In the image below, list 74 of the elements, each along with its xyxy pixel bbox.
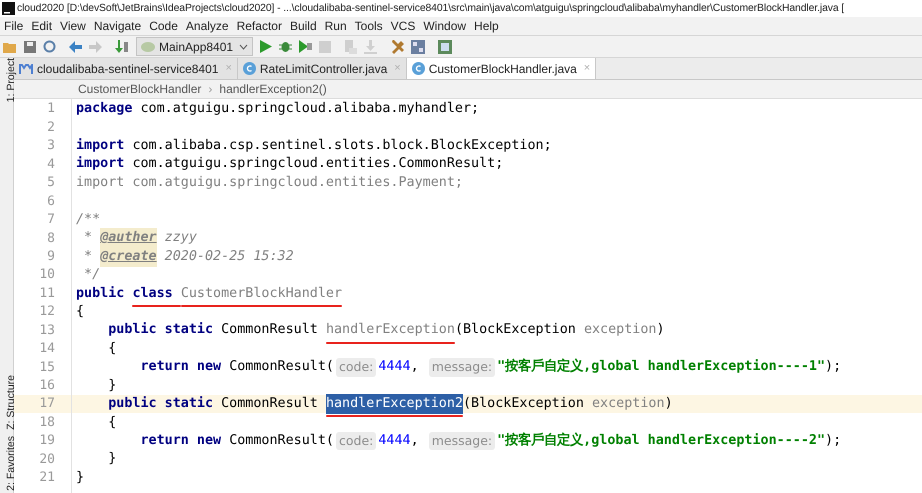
folder-icon[interactable] bbox=[3, 40, 17, 52]
menu-item[interactable]: Code bbox=[145, 17, 182, 35]
back-arrow-icon[interactable] bbox=[69, 40, 82, 52]
line-number: 11 bbox=[38, 284, 56, 303]
run-icon[interactable] bbox=[260, 40, 272, 53]
code-line: } bbox=[107, 450, 116, 468]
structure-icon[interactable] bbox=[411, 40, 426, 54]
code-line: public static CommonResult handlerException2(BlockException exception) bbox=[76, 394, 673, 414]
code-line: import com.atguigu.springcloud.entities.Payment; bbox=[76, 174, 463, 192]
line-number: 1 bbox=[46, 100, 56, 118]
code-line: public static CommonResult handlerException(BlockException exception) bbox=[76, 320, 665, 341]
code-line: { bbox=[107, 340, 116, 358]
menu-item[interactable]: Navigate bbox=[90, 17, 146, 35]
side-tool-tab[interactable]: Z: Structure bbox=[0, 375, 13, 430]
menu-item[interactable]: Window bbox=[419, 17, 470, 35]
editor-tab[interactable]: RateLimitController.java × bbox=[238, 58, 407, 79]
line-number: 5 bbox=[46, 174, 56, 192]
module-icon bbox=[19, 64, 33, 74]
save-icon[interactable] bbox=[24, 40, 36, 52]
line-number: 20 bbox=[38, 450, 56, 469]
code-line: package com.atguigu.springcloud.alibaba.myhandler; bbox=[76, 100, 480, 118]
menu-item[interactable]: Refactor bbox=[232, 17, 286, 35]
line-number: 8 bbox=[46, 230, 56, 248]
code-line: } bbox=[107, 376, 116, 395]
line-number: 13 bbox=[38, 322, 56, 340]
class-icon bbox=[412, 62, 425, 75]
line-number: 10 bbox=[38, 266, 56, 284]
menu-item[interactable]: View bbox=[56, 17, 90, 35]
line-number: 15 bbox=[38, 358, 56, 377]
chevron-icon: › bbox=[208, 80, 212, 98]
line-number: 3 bbox=[46, 137, 56, 156]
run-config-dropdown[interactable]: MainApp8401 bbox=[136, 37, 254, 56]
menu-item[interactable]: Run bbox=[320, 17, 351, 35]
caret-icon bbox=[239, 44, 248, 50]
coverage-icon[interactable] bbox=[299, 40, 312, 53]
code-line: /** bbox=[76, 210, 100, 229]
line-number: 18 bbox=[38, 414, 56, 432]
code-line: */ bbox=[83, 266, 100, 284]
build-icon[interactable] bbox=[115, 40, 129, 54]
code-line: * @auther zzyy bbox=[76, 228, 197, 248]
menu-item[interactable]: Build bbox=[286, 17, 321, 35]
line-number: 17 bbox=[38, 395, 56, 414]
breadcrumb-item[interactable]: CustomerBlockHandler bbox=[78, 80, 202, 98]
line-number: 9 bbox=[46, 248, 56, 266]
code-line: public class CustomerBlockHandler bbox=[76, 284, 342, 304]
code-line: return new CommonResult( code: 4444, message: "按客戶自定义,global handlerException----1"); bbox=[76, 357, 842, 378]
breadcrumb-item[interactable]: handlerException2() bbox=[219, 80, 327, 98]
editor-tab[interactable]: CustomerBlockHandler.java × bbox=[406, 58, 596, 79]
menu-item[interactable]: Tools bbox=[350, 17, 387, 35]
code-line: return new CommonResult( code: 4444, message: "按客戶自定义,global handlerException----2"); bbox=[139, 431, 842, 452]
code-line: * @create 2020-02-25 15:32 bbox=[76, 246, 294, 267]
line-number: 7 bbox=[46, 211, 56, 230]
class-icon bbox=[242, 62, 256, 75]
window-title: cloud2020 [D:\devSoft\JetBrains\IdeaProjects\cloud2020] - ...\cloudalibaba-sentinel-service8401\src\main\java\com\atguigu\springcloud\alibaba\myhandler\CustomerBlockHandler.java [ bbox=[17, 2, 844, 16]
menu-item[interactable]: Edit bbox=[27, 17, 56, 35]
code-line: } bbox=[76, 468, 84, 487]
line-number: 2 bbox=[46, 118, 56, 137]
code-line: import com.atguigu.springcloud.entities.CommonResult; bbox=[76, 155, 504, 174]
line-number: 12 bbox=[38, 303, 56, 322]
menu-item[interactable]: Help bbox=[470, 17, 503, 35]
menu-item[interactable]: VCS bbox=[386, 17, 420, 35]
side-tool-tab[interactable]: 2: Favorites bbox=[0, 436, 13, 491]
line-number: 14 bbox=[38, 340, 56, 358]
line-number: 6 bbox=[46, 192, 56, 211]
code-line: { bbox=[107, 414, 116, 432]
line-number: 21 bbox=[38, 469, 56, 488]
line-number: 16 bbox=[38, 377, 56, 396]
code-line: import com.alibaba.csp.sentinel.slots.block.BlockException; bbox=[76, 137, 552, 156]
code-line: { bbox=[76, 302, 84, 321]
menu-item[interactable]: Analyze bbox=[182, 17, 233, 35]
line-number: 4 bbox=[46, 156, 56, 174]
menu-item[interactable]: File bbox=[0, 17, 28, 35]
bug-icon[interactable] bbox=[279, 40, 292, 53]
line-number: 19 bbox=[38, 432, 56, 450]
